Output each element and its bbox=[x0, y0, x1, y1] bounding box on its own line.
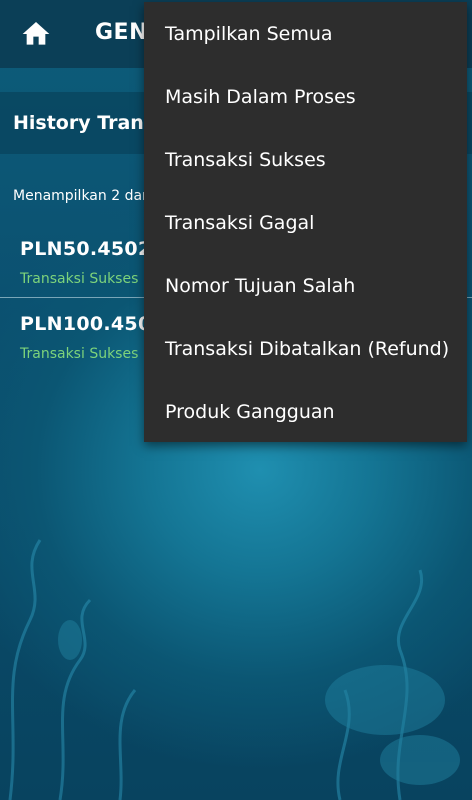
transaction-code: PLN50.4502 bbox=[20, 238, 152, 260]
transaction-status: Transaksi Sukses bbox=[20, 271, 139, 287]
filter-dropdown-menu: Tampilkan Semua Masih Dalam Proses Trans… bbox=[144, 2, 467, 442]
menu-item-wrong-number[interactable]: Nomor Tujuan Salah bbox=[144, 254, 467, 317]
menu-item-in-process[interactable]: Masih Dalam Proses bbox=[144, 65, 467, 128]
results-info: Menampilkan 2 dar bbox=[13, 188, 148, 204]
home-icon bbox=[22, 22, 50, 45]
menu-item-product-issue[interactable]: Produk Gangguan bbox=[144, 380, 467, 443]
transaction-code: PLN100.450 bbox=[20, 313, 152, 335]
home-button[interactable] bbox=[20, 18, 52, 50]
page-title: History Tran bbox=[13, 112, 144, 134]
menu-item-failed[interactable]: Transaksi Gagal bbox=[144, 191, 467, 254]
transaction-status: Transaksi Sukses bbox=[20, 346, 139, 362]
menu-item-show-all[interactable]: Tampilkan Semua bbox=[144, 2, 467, 65]
menu-item-refunded[interactable]: Transaksi Dibatalkan (Refund) bbox=[144, 317, 467, 380]
menu-item-success[interactable]: Transaksi Sukses bbox=[144, 128, 467, 191]
app-title: GEN bbox=[95, 20, 148, 45]
